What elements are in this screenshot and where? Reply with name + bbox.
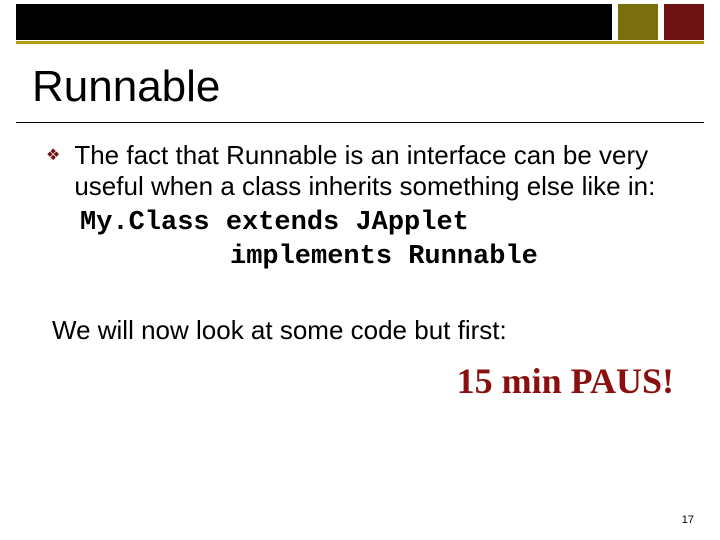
code-line-1: My.Class extends JApplet bbox=[80, 207, 680, 241]
slide: Runnable ❖ The fact that Runnable is an … bbox=[0, 0, 720, 540]
header-underline bbox=[16, 41, 704, 44]
slide-title: Runnable bbox=[32, 62, 220, 112]
header-stripe bbox=[16, 4, 704, 40]
page-number: 17 bbox=[682, 514, 694, 526]
pause-callout: 15 min PAUS! bbox=[46, 360, 680, 402]
followup-text: We will now look at some code but first: bbox=[52, 315, 680, 346]
bullet-item: ❖ The fact that Runnable is an interface… bbox=[46, 140, 680, 201]
header-accent-maroon bbox=[664, 4, 704, 40]
bullet-text: The fact that Runnable is an interface c… bbox=[74, 140, 680, 201]
header-accent-olive bbox=[618, 4, 658, 40]
code-line-2: implements Runnable bbox=[80, 241, 680, 275]
slide-body: ❖ The fact that Runnable is an interface… bbox=[46, 140, 680, 402]
title-rule bbox=[16, 122, 704, 123]
diamond-bullet-icon: ❖ bbox=[46, 140, 60, 172]
header-stripe-black bbox=[16, 4, 612, 40]
code-block: My.Class extends JApplet implements Runn… bbox=[80, 207, 680, 275]
